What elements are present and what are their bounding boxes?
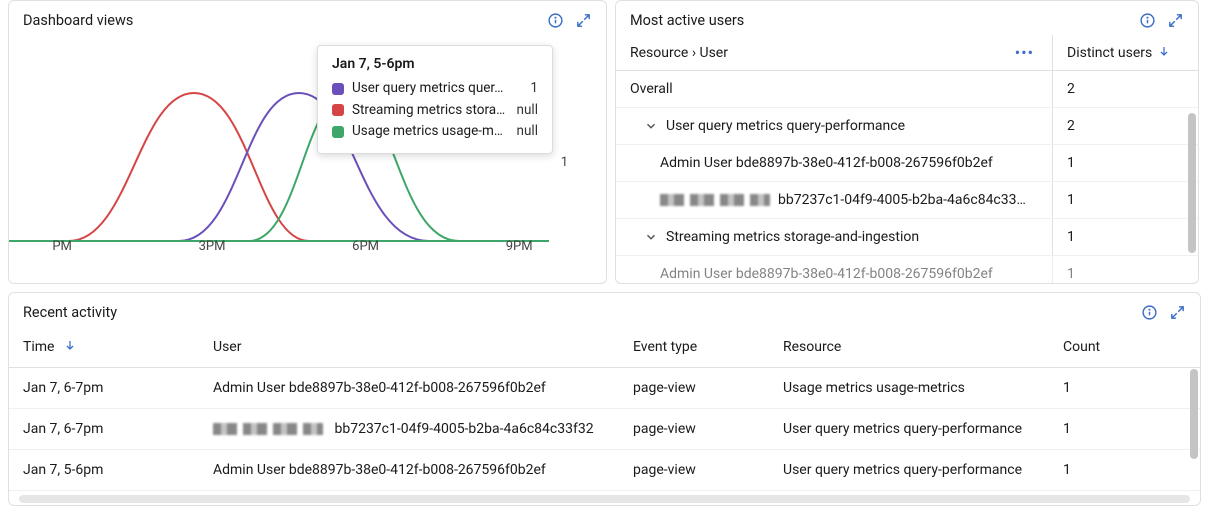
row-label: User query metrics query-performance bbox=[666, 118, 905, 134]
table-row[interactable]: Streaming metrics storage-and-ingestion … bbox=[616, 219, 1198, 256]
tooltip-series-label: Usage metrics usage-m… bbox=[352, 121, 509, 143]
active-users-table[interactable]: Overall 2 User query metrics query-perfo… bbox=[616, 71, 1198, 283]
row-label: Admin User bde8897b-38e0-412f-b008-26759… bbox=[660, 155, 993, 171]
dashboard-views-chart[interactable]: 1 PM 3PM 6PM 9PM Jan 7, 5-6pm User query… bbox=[9, 35, 606, 270]
cell-event: page-view bbox=[619, 368, 769, 409]
cell-resource: Usage metrics usage-metrics bbox=[769, 368, 1049, 409]
x-tick: 3PM bbox=[199, 239, 226, 254]
cell-resource: User query metrics query-performance bbox=[769, 409, 1049, 450]
sort-desc-icon[interactable] bbox=[64, 339, 76, 355]
table-row[interactable]: Jan 7, 6-7pm bb7237c1-04f9-4005-b2ba-4a6… bbox=[9, 409, 1200, 450]
x-axis: PM 3PM 6PM 9PM bbox=[9, 239, 606, 254]
cell-resource: User query metrics query-performance bbox=[769, 450, 1049, 491]
recent-activity-title: Recent activity bbox=[23, 304, 117, 321]
cell-user: Admin User bde8897b-38e0-412f-b008-26759… bbox=[199, 450, 619, 491]
swatch-icon bbox=[332, 126, 344, 138]
cell-event: page-view bbox=[619, 409, 769, 450]
table-row[interactable]: Jan 7, 5-6pm Admin User bde8897b-38e0-41… bbox=[9, 450, 1200, 491]
cell-time: Jan 7, 6-7pm bbox=[9, 409, 199, 450]
cell-user: Admin User bde8897b-38e0-412f-b008-26759… bbox=[199, 368, 619, 409]
cell-time: Jan 7, 6-7pm bbox=[9, 368, 199, 409]
x-tick: PM bbox=[52, 239, 72, 254]
cell-user: bb7237c1-04f9-4005-b2ba-4a6c84c33f32 bbox=[199, 409, 619, 450]
column-header-resource[interactable]: Resource bbox=[769, 327, 1049, 368]
row-value: 1 bbox=[1052, 219, 1198, 255]
tooltip-series-value: null bbox=[517, 100, 538, 122]
info-icon[interactable] bbox=[1140, 303, 1158, 321]
tooltip-title: Jan 7, 5-6pm bbox=[332, 56, 538, 72]
dashboard-views-title: Dashboard views bbox=[23, 12, 133, 29]
row-value: 1 bbox=[1052, 182, 1198, 218]
table-row[interactable]: User query metrics query-performance 2 bbox=[616, 108, 1198, 145]
row-label: Overall bbox=[630, 81, 673, 97]
tooltip-series-value: 1 bbox=[530, 78, 538, 100]
chevron-down-icon[interactable] bbox=[644, 119, 658, 133]
sort-desc-icon[interactable] bbox=[1158, 45, 1170, 61]
column-menu-icon[interactable]: ••• bbox=[1011, 43, 1038, 62]
cell-event: page-view bbox=[619, 450, 769, 491]
tooltip-series-label: User query metrics quer… bbox=[352, 78, 522, 100]
row-value: 1 bbox=[1052, 256, 1198, 283]
redacted-user bbox=[660, 194, 770, 206]
tooltip-series-value: null bbox=[517, 121, 538, 143]
tooltip-series-label: Streaming metrics stora… bbox=[352, 100, 509, 122]
row-label: bb7237c1-04f9-4005-b2ba-4a6c84c33… bbox=[778, 192, 1026, 208]
column-header-event-type[interactable]: Event type bbox=[619, 327, 769, 368]
most-active-users-panel: Most active users Resource › User ••• Di… bbox=[615, 0, 1199, 284]
column-header-distinct-users[interactable]: Distinct users bbox=[1052, 35, 1198, 70]
redacted-user bbox=[213, 423, 323, 435]
x-tick: 6PM bbox=[352, 239, 379, 254]
row-value: 1 bbox=[1052, 145, 1198, 181]
column-header-time[interactable]: Time bbox=[9, 327, 199, 368]
recent-activity-table: Time User Event type Resource Count Jan … bbox=[9, 327, 1200, 491]
most-active-users-title: Most active users bbox=[630, 12, 744, 29]
chart-tooltip: Jan 7, 5-6pm User query metrics quer… 1 … bbox=[317, 45, 553, 154]
horizontal-scrollbar[interactable] bbox=[19, 495, 1190, 503]
info-icon[interactable] bbox=[546, 11, 564, 29]
column-header-user[interactable]: User bbox=[199, 327, 619, 368]
row-label: Streaming metrics storage-and-ingestion bbox=[666, 229, 919, 245]
table-row[interactable]: bb7237c1-04f9-4005-b2ba-4a6c84c33… 1 bbox=[616, 182, 1198, 219]
y-tick: 1 bbox=[561, 155, 568, 170]
row-value: 2 bbox=[1052, 71, 1198, 107]
swatch-icon bbox=[332, 104, 344, 116]
column-header-resource-user[interactable]: Resource › User ••• bbox=[616, 35, 1052, 70]
vertical-scrollbar[interactable] bbox=[1188, 113, 1196, 253]
row-value: 2 bbox=[1052, 108, 1198, 144]
cell-count: 1 bbox=[1049, 450, 1200, 491]
swatch-icon bbox=[332, 83, 344, 95]
table-row[interactable]: Admin User bde8897b-38e0-412f-b008-26759… bbox=[616, 256, 1198, 283]
table-row[interactable]: Overall 2 bbox=[616, 71, 1198, 108]
chevron-down-icon[interactable] bbox=[644, 230, 658, 244]
row-label: Admin User bde8897b-38e0-412f-b008-26759… bbox=[660, 266, 993, 282]
cell-time: Jan 7, 5-6pm bbox=[9, 450, 199, 491]
expand-icon[interactable] bbox=[1168, 303, 1186, 321]
dashboard-views-panel: Dashboard views 1 bbox=[8, 0, 607, 284]
column-header-count[interactable]: Count bbox=[1049, 327, 1200, 368]
cell-count: 1 bbox=[1049, 368, 1200, 409]
vertical-scrollbar[interactable] bbox=[1190, 369, 1198, 459]
recent-activity-panel: Recent activity Time User bbox=[8, 292, 1201, 506]
expand-icon[interactable] bbox=[1166, 11, 1184, 29]
table-row[interactable]: Admin User bde8897b-38e0-412f-b008-26759… bbox=[616, 145, 1198, 182]
cell-count: 1 bbox=[1049, 409, 1200, 450]
expand-icon[interactable] bbox=[574, 11, 592, 29]
table-row[interactable]: Jan 7, 6-7pm Admin User bde8897b-38e0-41… bbox=[9, 368, 1200, 409]
x-tick: 9PM bbox=[506, 239, 533, 254]
info-icon[interactable] bbox=[1138, 11, 1156, 29]
